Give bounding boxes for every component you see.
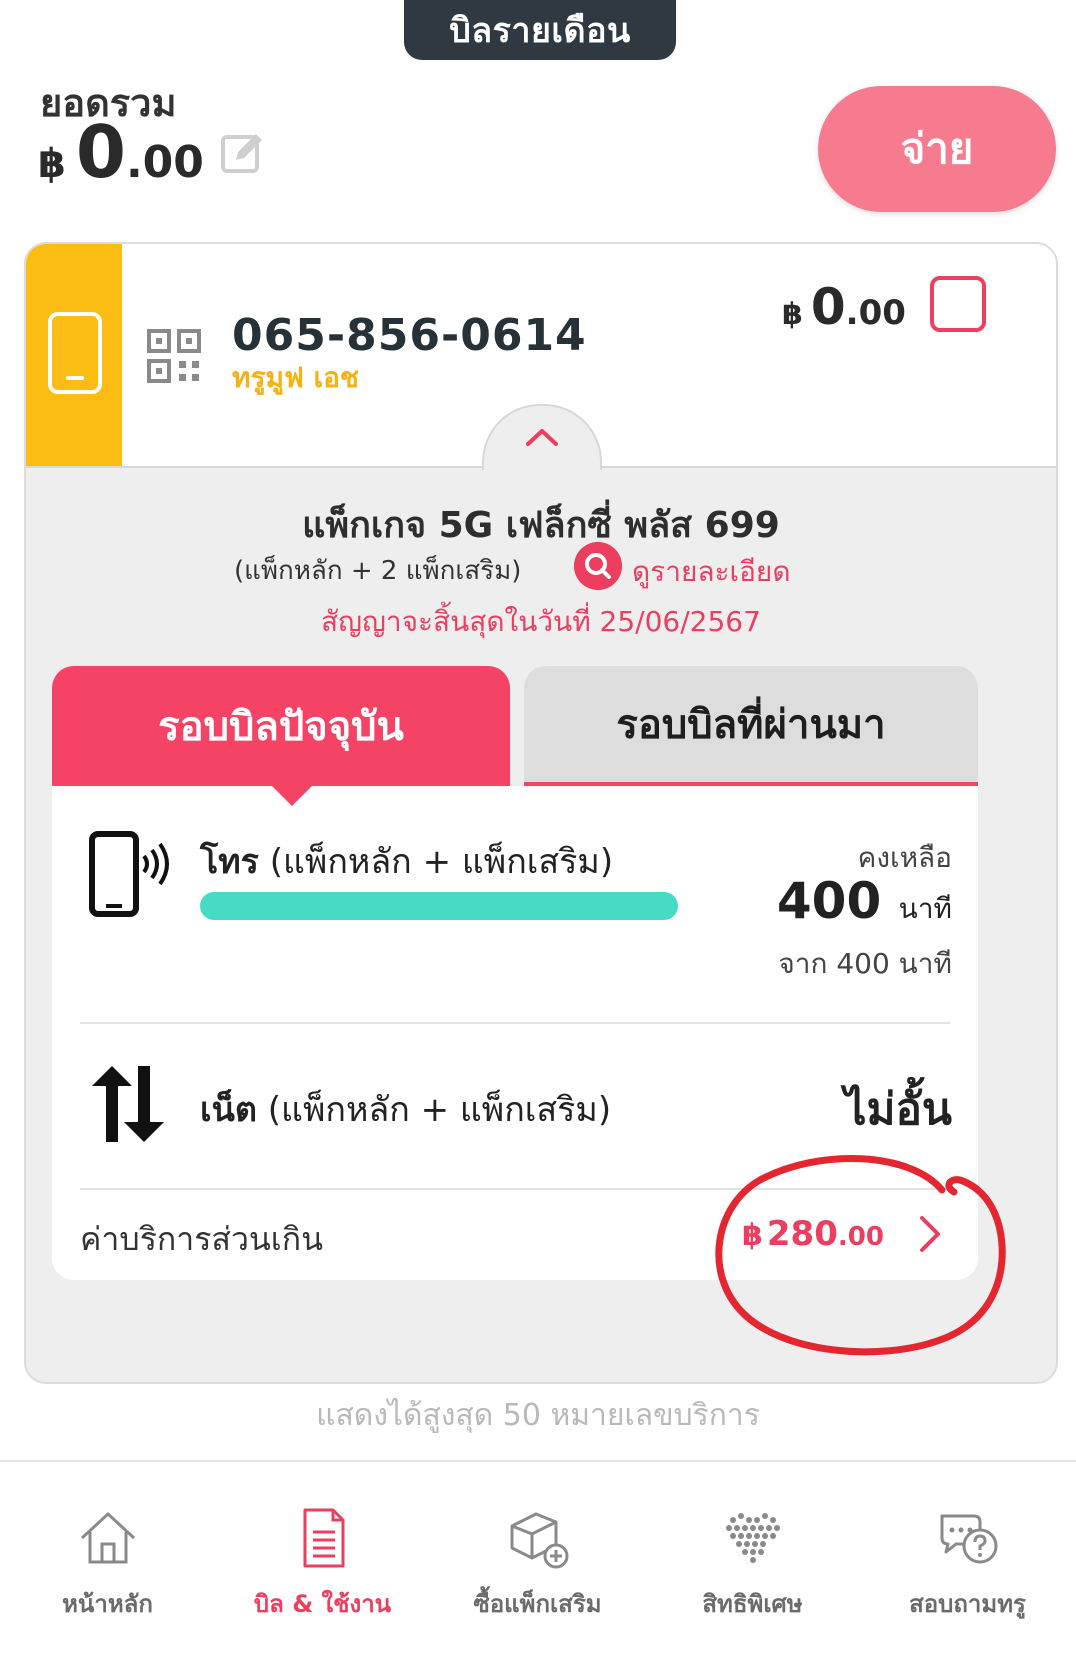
data-usage-label: เน็ต (แพ็กหลัก + แพ็กเสริม) bbox=[200, 1082, 611, 1136]
tab-current-bill-cycle[interactable]: รอบบิลปัจจุบัน bbox=[52, 666, 510, 786]
chat-question-icon bbox=[940, 1514, 998, 1564]
package-add-icon bbox=[510, 1512, 569, 1569]
max-services-note: แสดงได้สูงสุด 50 หมายเลขบริการ bbox=[316, 1398, 760, 1433]
total-amount-integer: 0 bbox=[75, 110, 126, 194]
phone-call-icon bbox=[89, 831, 169, 917]
heart-dots-icon bbox=[726, 1513, 780, 1563]
bill-icon bbox=[303, 1508, 345, 1568]
nav-label: หน้าหลัก bbox=[62, 1590, 153, 1618]
search-detail-icon[interactable] bbox=[574, 542, 622, 590]
currency-symbol: ฿ bbox=[38, 141, 66, 187]
line-amount: ฿ 0 .00 bbox=[782, 282, 906, 333]
view-details-link[interactable]: ดูรายละเอียด bbox=[632, 550, 791, 594]
annotation-circle bbox=[715, 1155, 1006, 1356]
remaining-value: 400 นาที bbox=[692, 872, 952, 931]
data-scope: (แพ็กหลัก + แพ็กเสริม) bbox=[267, 1090, 612, 1130]
nav-item-buy-addon[interactable]: ซื้อแพ็กเสริม bbox=[430, 1462, 645, 1659]
voice-progress-bar bbox=[200, 892, 678, 920]
tab-past-bill-cycle[interactable]: รอบบิลที่ผ่านมา bbox=[524, 666, 978, 786]
voice-usage-label: โทร (แพ็กหลัก + แพ็กเสริม) bbox=[200, 834, 613, 888]
remaining-unit: นาที bbox=[898, 892, 952, 925]
nav-label: สิทธิพิเศษ bbox=[702, 1590, 803, 1618]
total-amount: ฿ 0 .00 bbox=[38, 116, 204, 188]
select-line-checkbox[interactable] bbox=[930, 276, 986, 332]
nav-label: บิล & ใช้งาน bbox=[253, 1590, 392, 1618]
plan-name: ทรูมูฟ เอช bbox=[232, 361, 359, 394]
home-icon bbox=[80, 1512, 136, 1564]
line-amount-decimal: .00 bbox=[845, 293, 906, 333]
remaining-total: จาก 400 นาที bbox=[778, 947, 952, 980]
mobile-phone-icon bbox=[48, 312, 102, 394]
line-amount-integer: 0 bbox=[810, 278, 846, 336]
nav-label: สอบถามทรู bbox=[909, 1590, 1026, 1618]
nav-item-ask-true[interactable]: สอบถามทรู bbox=[860, 1462, 1075, 1659]
qr-code-icon[interactable] bbox=[146, 328, 202, 384]
nav-item-privileges[interactable]: สิทธิพิเศษ bbox=[645, 1462, 860, 1659]
package-subtitle: (แพ็กหลัก + 2 แพ็กเสริม) bbox=[234, 556, 522, 586]
data-title: เน็ต bbox=[200, 1090, 257, 1130]
active-tab-pointer bbox=[270, 784, 314, 806]
nav-item-bill-usage[interactable]: บิล & ใช้งาน bbox=[215, 1462, 430, 1659]
data-transfer-icon bbox=[92, 1066, 164, 1142]
chevron-up-icon bbox=[526, 429, 558, 446]
currency-symbol: ฿ bbox=[782, 297, 803, 332]
voice-title: โทร bbox=[200, 842, 259, 882]
pay-button[interactable]: จ่าย bbox=[818, 86, 1056, 212]
nav-item-home[interactable]: หน้าหลัก bbox=[0, 1462, 215, 1659]
phone-number: 065-856-0614 bbox=[232, 310, 587, 361]
package-title: แพ็กเกจ 5G เฟล็กซี่ พลัส 699 bbox=[302, 505, 780, 546]
overage-charge-label: ค่าบริการส่วนเกิน bbox=[80, 1220, 323, 1258]
remaining-number: 400 bbox=[776, 872, 882, 930]
edit-icon[interactable] bbox=[220, 130, 266, 176]
contract-end-text: สัญญาจะสิ้นสุดในวันที่ 25/06/2567 bbox=[321, 605, 761, 638]
data-value: ไม่อั้น bbox=[844, 1084, 952, 1135]
nav-label: ซื้อแพ็กเสริม bbox=[473, 1590, 602, 1618]
voice-scope: (แพ็กหลัก + แพ็กเสริม) bbox=[269, 842, 614, 882]
service-type-strip bbox=[26, 244, 122, 466]
total-amount-decimal: .00 bbox=[125, 137, 204, 188]
page-title-tab: บิลรายเดือน bbox=[404, 0, 676, 60]
bottom-navigation: หน้าหลัก บิล & ใช้งาน ซื้อแพ็กเสริม สิทธ… bbox=[0, 1460, 1076, 1659]
divider bbox=[80, 1022, 950, 1024]
